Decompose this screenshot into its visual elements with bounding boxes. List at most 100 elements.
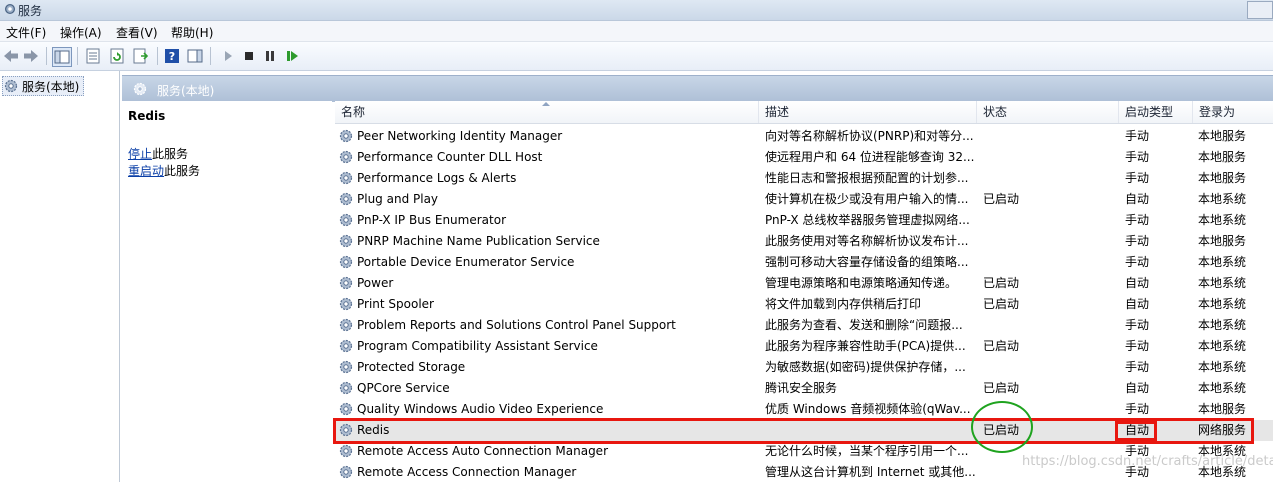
table-row[interactable]: PnP-X IP Bus Enumerator PnP-X 总线枚举器服务管理虚拟… [335,210,1273,231]
toolbar-separator [157,47,158,65]
service-logon-as: 本地服务 [1198,171,1247,185]
table-row[interactable]: Protected Storage 为敏感数据(如密码)提供保护存储，... 手动 本… [335,357,1273,378]
table-row[interactable]: Quality Windows Audio Video Experience 优质… [335,399,1273,420]
service-startup-type: 自动 [1125,381,1150,395]
service-gear-icon [338,170,354,186]
column-header-status[interactable]: 状态 [977,101,1119,123]
service-name: Quality Windows Audio Video Experience [357,402,604,416]
service-gear-icon [338,212,354,228]
service-logon-as: 本地服务 [1198,150,1247,164]
help-icon[interactable]: ? [163,47,181,65]
pause-service-icon[interactable] [261,47,279,65]
table-row[interactable]: Performance Logs & Alerts 性能日志和警报根据预配置的计划… [335,168,1273,189]
service-status [983,231,1113,252]
show-hide-console-tree-icon[interactable] [52,47,72,67]
window-control-button[interactable] [1247,1,1273,19]
service-status [983,315,1113,336]
gear-icon [3,78,19,94]
service-description: 性能日志和警报根据预配置的计划参... [765,171,969,185]
refresh-icon[interactable] [108,47,126,65]
table-row[interactable]: QPCore Service 腾讯安全服务 已启动 自动 本地系统 [335,378,1273,399]
service-logon-as: 本地服务 [1198,129,1247,143]
service-description: 管理从这台计算机到 Internet 或其他... [765,465,975,479]
watermark: https://blog.csdn.net/crafts/article/det… [1022,454,1273,469]
table-row[interactable]: PNRP Machine Name Publication Service 此服务… [335,231,1273,252]
services-app-icon [3,2,17,16]
column-header-startup-type[interactable]: 启动类型 [1119,101,1193,123]
show-hide-action-pane-icon[interactable] [186,47,204,65]
service-description: 使计算机在极少或没有用户输入的情... [765,192,969,206]
restart-link[interactable]: 重启动 [128,164,164,178]
toolbar-separator [77,47,78,65]
service-logon-as: 本地系统 [1198,213,1247,227]
service-status [983,210,1113,231]
service-startup-type: 自动 [1125,276,1150,290]
properties-icon[interactable] [84,47,102,65]
service-startup-type: 手动 [1125,360,1150,374]
start-service-icon[interactable] [219,47,237,65]
window-title: 服务 [18,4,43,18]
service-name: Performance Counter DLL Host [357,150,543,164]
table-row[interactable]: Portable Device Enumerator Service 强制可移动大… [335,252,1273,273]
export-list-icon[interactable] [132,47,150,65]
status-circle-annotation [971,401,1033,453]
service-logon-as: 本地系统 [1198,360,1247,374]
service-logon-as: 本地系统 [1198,381,1247,395]
toolbar-separator [46,47,47,65]
table-row[interactable]: Peer Networking Identity Manager 向对等名称解析协… [335,126,1273,147]
service-status [983,126,1113,147]
service-name: Protected Storage [357,360,466,374]
service-status: 已启动 [983,192,1020,206]
list-header: 名称 描述 状态 启动类型 登录为 [335,101,1273,124]
column-header-logon-as-label: 登录为 [1199,105,1236,119]
pane-header: 服务(本地) [122,75,1273,102]
forward-icon[interactable] [22,47,40,65]
menu-help[interactable]: 帮助(H) [171,24,213,41]
service-gear-icon [338,443,354,459]
table-row[interactable]: Print Spooler 将文件加载到内存供稍后打印 已启动 自动 本地系统 [335,294,1273,315]
service-name: Remote Access Connection Manager [357,465,577,479]
service-status [983,147,1113,168]
table-row[interactable]: Problem Reports and Solutions Control Pa… [335,315,1273,336]
menu-action[interactable]: 操作(A) [60,24,102,41]
service-status: 已启动 [983,339,1020,353]
tree-item-services-local[interactable]: 服务(本地) [2,76,85,96]
startup-type-box-annotation [1115,421,1157,441]
table-row[interactable]: Performance Counter DLL Host 使远程用户和 64 位进… [335,147,1273,168]
service-logon-as: 本地服务 [1198,402,1247,416]
toolbar-separator [210,47,211,65]
column-header-description-label: 描述 [765,105,790,119]
table-row[interactable]: Power 管理电源策略和电源策略通知传递。 已启动 自动 本地系统 [335,273,1273,294]
service-name: PnP-X IP Bus Enumerator [357,213,506,227]
pane-title: 服务(本地) [157,84,215,98]
service-description: 此服务为查看、发送和删除“问题报... [765,318,963,332]
menu-view[interactable]: 查看(V) [116,24,158,41]
stop-service-icon[interactable] [240,47,258,65]
menu-bar: 文件(F) 操作(A) 查看(V) 帮助(H) [0,21,1273,42]
service-name: Plug and Play [357,192,439,206]
stop-service-action: 停止此服务 [128,145,188,162]
service-description: 将文件加载到内存供稍后打印 [765,297,922,311]
stop-link[interactable]: 停止 [128,147,152,161]
service-status [983,168,1113,189]
service-startup-type: 自动 [1125,192,1150,206]
service-logon-as: 本地服务 [1198,234,1247,248]
column-header-logon-as[interactable]: 登录为 [1193,101,1273,123]
table-row[interactable]: Plug and Play 使计算机在极少或没有用户输入的情... 已启动 自动 本地系… [335,189,1273,210]
back-icon[interactable] [2,47,20,65]
service-logon-as: 本地系统 [1198,255,1247,269]
search-gear-icon [132,81,148,97]
service-logon-as: 本地系统 [1198,339,1247,353]
restart-service-icon[interactable] [284,47,302,65]
restart-service-action: 重启动此服务 [128,162,200,179]
console-tree: 服务(本地) [0,71,120,482]
service-startup-type: 手动 [1125,402,1150,416]
service-startup-type: 手动 [1125,255,1150,269]
column-header-startup-type-label: 启动类型 [1125,105,1174,119]
service-startup-type: 手动 [1125,171,1150,185]
menu-file[interactable]: 文件(F) [6,24,46,41]
table-row[interactable]: Program Compatibility Assistant Service 此… [335,336,1273,357]
service-logon-as: 本地系统 [1198,192,1247,206]
service-description: 强制可移动大容量存储设备的组策略... [765,255,969,269]
column-header-description[interactable]: 描述 [759,101,977,123]
